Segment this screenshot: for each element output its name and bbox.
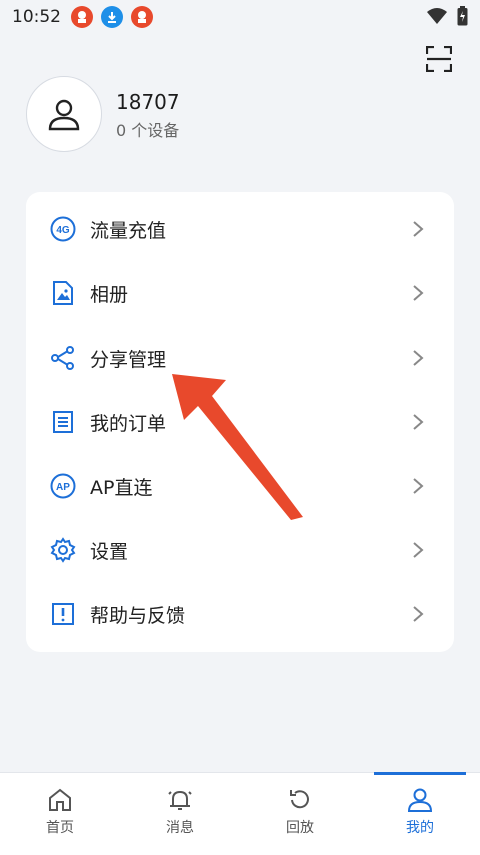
- bottom-tab-bar: 首页 消息 回放 我的: [0, 772, 480, 855]
- chevron-right-icon: [413, 542, 424, 558]
- chevron-right-icon: [413, 350, 424, 366]
- tab-label: 消息: [166, 820, 194, 836]
- chevron-right-icon: [413, 478, 424, 494]
- menu-card: 4G 流量充值 相册 分享管理 我的订单 AP AP直连 设置 帮助与反馈: [26, 192, 454, 652]
- chevron-right-icon: [413, 285, 424, 301]
- menu-item-help-feedback[interactable]: 帮助与反馈: [26, 582, 454, 646]
- wifi-icon: [427, 8, 447, 24]
- avatar[interactable]: [26, 76, 102, 152]
- tab-label: 回放: [286, 820, 314, 836]
- menu-item-label: 帮助与反馈: [90, 604, 186, 627]
- tab-replay[interactable]: 回放: [240, 773, 360, 855]
- ap-icon: AP: [50, 473, 76, 499]
- menu-item-label: 相册: [90, 283, 129, 306]
- tab-home[interactable]: 首页: [0, 773, 120, 855]
- tab-label: 我的: [406, 820, 434, 836]
- profile-name: 18707: [116, 90, 180, 114]
- bell-icon: [168, 790, 192, 810]
- gear-icon: [50, 537, 76, 563]
- status-time: 10:52: [12, 7, 61, 27]
- device-count: 0 个设备: [116, 121, 180, 140]
- scan-icon: [425, 45, 453, 73]
- person-icon: [48, 99, 80, 131]
- chevron-right-icon: [413, 606, 424, 622]
- menu-item-settings[interactable]: 设置: [26, 518, 454, 582]
- download-icon: [101, 6, 123, 28]
- status-bar: 10:52: [0, 0, 480, 34]
- menu-item-ap-direct[interactable]: AP AP直连: [26, 454, 454, 518]
- menu-item-data-recharge[interactable]: 4G 流量充值: [26, 197, 454, 261]
- order-icon: [50, 409, 76, 435]
- home-icon: [49, 788, 71, 811]
- menu-item-label: 分享管理: [90, 348, 167, 371]
- menu-item-album[interactable]: 相册: [26, 261, 454, 325]
- chevron-right-icon: [413, 414, 424, 430]
- svg-text:AP: AP: [56, 482, 70, 493]
- album-icon: [50, 280, 76, 306]
- replay-icon: [290, 790, 309, 809]
- battery-icon: [457, 6, 468, 26]
- menu-item-label: AP直连: [90, 476, 153, 499]
- app-notification-icon: [131, 6, 153, 28]
- tab-label: 首页: [46, 820, 74, 836]
- 4g-icon: 4G: [50, 216, 76, 242]
- menu-item-label: 设置: [90, 540, 129, 563]
- menu-item-share-management[interactable]: 分享管理: [26, 326, 454, 390]
- tab-messages[interactable]: 消息: [120, 773, 240, 855]
- menu-item-label: 我的订单: [90, 412, 167, 435]
- chevron-right-icon: [413, 221, 424, 237]
- active-tab-indicator: [374, 772, 466, 775]
- tab-mine[interactable]: 我的: [360, 772, 480, 855]
- help-icon: [50, 601, 76, 627]
- svg-text:4G: 4G: [56, 225, 70, 236]
- app-notification-icon: [71, 6, 93, 28]
- share-icon: [50, 345, 76, 371]
- scan-button[interactable]: [425, 45, 453, 73]
- person-icon: [407, 788, 433, 812]
- menu-item-label: 流量充值: [90, 219, 167, 242]
- menu-item-my-orders[interactable]: 我的订单: [26, 390, 454, 454]
